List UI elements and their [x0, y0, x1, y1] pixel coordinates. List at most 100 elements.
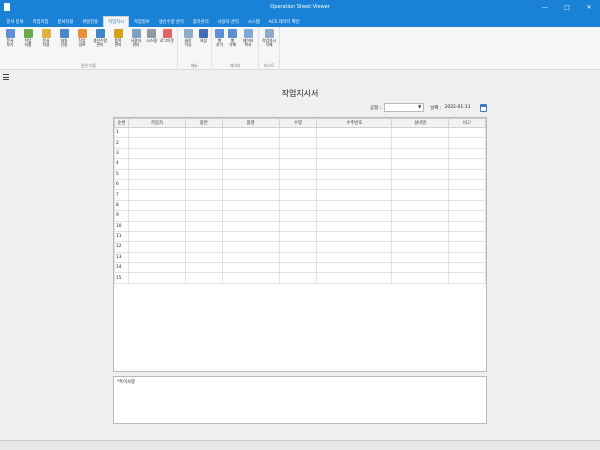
table-row[interactable]: 8	[114, 199, 486, 212]
table-cell[interactable]	[448, 251, 486, 264]
table-row[interactable]: 15	[114, 272, 486, 284]
menu-tab-3[interactable]: 문서지정	[53, 16, 78, 27]
column-header[interactable]: 품명	[221, 118, 280, 128]
table-cell[interactable]	[391, 178, 450, 191]
table-cell[interactable]	[221, 230, 280, 243]
table-cell[interactable]	[127, 178, 186, 191]
table-cell[interactable]	[278, 241, 318, 253]
table-cell[interactable]	[221, 262, 280, 274]
table-cell[interactable]	[316, 199, 393, 212]
table-row[interactable]: 7	[114, 189, 486, 201]
table-cell[interactable]	[316, 262, 393, 274]
table-cell[interactable]	[448, 147, 486, 160]
table-cell[interactable]	[316, 158, 393, 170]
table-cell[interactable]	[127, 168, 186, 180]
table-cell[interactable]	[127, 262, 186, 274]
table-row[interactable]: 2	[114, 137, 486, 149]
table-cell[interactable]	[184, 210, 223, 222]
table-cell[interactable]	[316, 147, 393, 160]
menu-tab-5[interactable]: 작업지시	[102, 16, 130, 27]
table-cell[interactable]	[316, 168, 393, 180]
table-cell[interactable]	[127, 126, 186, 139]
table-row[interactable]: 4	[114, 158, 486, 170]
table-cell[interactable]	[278, 147, 318, 160]
table-cell[interactable]	[448, 210, 486, 222]
table-cell[interactable]	[448, 189, 486, 201]
table-cell[interactable]	[448, 178, 486, 191]
table-cell[interactable]	[127, 199, 186, 212]
table-cell[interactable]	[278, 272, 318, 284]
table-cell[interactable]	[127, 137, 186, 149]
table-cell[interactable]	[127, 251, 186, 264]
table-cell[interactable]	[127, 230, 186, 243]
column-header[interactable]: 수량	[278, 118, 318, 128]
table-cell[interactable]	[184, 147, 223, 160]
table-cell[interactable]	[278, 158, 318, 170]
table-cell[interactable]	[278, 137, 318, 149]
table-cell[interactable]	[127, 147, 186, 160]
table-cell[interactable]	[221, 199, 280, 212]
table-cell[interactable]	[448, 158, 486, 170]
table-cell[interactable]	[221, 272, 280, 284]
menu-tab-7[interactable]: 생산수량 관리	[154, 16, 188, 27]
memo-field[interactable]: *특이사항	[113, 376, 487, 424]
table-cell[interactable]	[316, 220, 393, 232]
table-cell[interactable]	[221, 147, 280, 160]
table-cell[interactable]	[127, 210, 186, 222]
table-cell[interactable]	[184, 168, 223, 180]
column-header[interactable]: 설비명	[391, 118, 450, 128]
table-cell[interactable]	[184, 158, 223, 170]
table-cell[interactable]	[391, 210, 450, 222]
table-cell[interactable]	[391, 168, 450, 180]
table-cell[interactable]	[316, 230, 393, 243]
table-cell[interactable]	[316, 178, 393, 191]
table-cell[interactable]	[391, 220, 450, 232]
table-cell[interactable]	[221, 158, 280, 170]
menu-tab-8[interactable]: 품목관리	[188, 16, 213, 27]
table-cell[interactable]	[391, 272, 450, 284]
table-cell[interactable]	[391, 189, 450, 201]
table-cell[interactable]	[127, 158, 186, 170]
menu-tab-9[interactable]: 사용자 관리	[213, 16, 243, 27]
table-cell[interactable]	[448, 199, 486, 212]
hamburger-menu-icon[interactable]	[3, 74, 9, 80]
table-row[interactable]: 1	[114, 126, 486, 139]
table-cell[interactable]	[448, 220, 486, 232]
table-cell[interactable]	[127, 189, 186, 201]
table-cell[interactable]	[184, 241, 223, 253]
minimize-button[interactable]: —	[534, 0, 556, 14]
table-row[interactable]: 11	[114, 230, 486, 243]
table-row[interactable]: 5	[114, 168, 486, 180]
table-cell[interactable]	[391, 147, 450, 160]
table-cell[interactable]	[127, 241, 186, 253]
table-cell[interactable]	[316, 241, 393, 253]
table-cell[interactable]	[278, 230, 318, 243]
table-cell[interactable]	[127, 220, 186, 232]
table-cell[interactable]	[448, 168, 486, 180]
menu-tab-2[interactable]: 작업지침	[28, 16, 53, 27]
table-cell[interactable]	[448, 272, 486, 284]
column-header[interactable]: 품번	[184, 118, 223, 128]
table-row[interactable]: 13	[114, 251, 486, 264]
table-cell[interactable]	[184, 189, 223, 201]
table-cell[interactable]	[221, 210, 280, 222]
table-row[interactable]: 6	[114, 178, 486, 191]
table-cell[interactable]	[316, 137, 393, 149]
table-cell[interactable]	[221, 241, 280, 253]
table-row[interactable]: 9	[114, 210, 486, 222]
table-cell[interactable]	[316, 189, 393, 201]
table-cell[interactable]	[278, 168, 318, 180]
menu-tab-11[interactable]: ACS 데이터 확인	[264, 16, 304, 27]
table-cell[interactable]	[127, 272, 186, 284]
table-cell[interactable]	[278, 189, 318, 201]
table-cell[interactable]	[221, 168, 280, 180]
table-cell[interactable]	[221, 220, 280, 232]
table-cell[interactable]	[184, 126, 223, 139]
table-cell[interactable]	[316, 251, 393, 264]
table-cell[interactable]	[278, 220, 318, 232]
menu-tab-6[interactable]: 작업일보	[129, 16, 154, 27]
table-cell[interactable]	[391, 251, 450, 264]
table-row[interactable]: 3	[114, 147, 486, 160]
table-cell[interactable]	[184, 251, 223, 264]
table-cell[interactable]	[448, 137, 486, 149]
